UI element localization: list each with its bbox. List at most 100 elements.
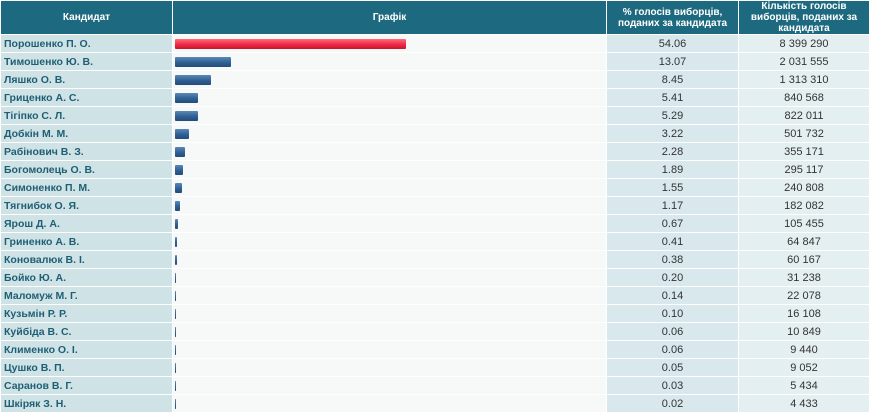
votes-value: 295 117 <box>739 161 869 178</box>
votes-value: 355 171 <box>739 143 869 160</box>
votes-value: 16 108 <box>739 305 869 322</box>
table-row: Клименко О. І. 0.06 9 440 <box>1 341 869 358</box>
table-row: Симоненко П. М. 1.55 240 808 <box>1 179 869 196</box>
votes-value: 8 399 290 <box>739 35 869 52</box>
percent-value: 0.06 <box>607 323 738 340</box>
candidate-name: Бойко Ю. А. <box>1 269 172 286</box>
bar-cell <box>173 287 606 304</box>
percent-value: 0.41 <box>607 233 738 250</box>
percent-value: 13.07 <box>607 53 738 70</box>
table-row: Тимошенко Ю. В. 13.07 2 031 555 <box>1 53 869 70</box>
table-row: Гриценко А. С. 5.41 840 568 <box>1 89 869 106</box>
percent-value: 0.20 <box>607 269 738 286</box>
candidate-name: Тимошенко Ю. В. <box>1 53 172 70</box>
table-row: Ярош Д. А. 0.67 105 455 <box>1 215 869 232</box>
bar <box>175 344 176 355</box>
votes-value: 9 052 <box>739 359 869 376</box>
votes-value: 4 433 <box>739 395 869 412</box>
bar <box>175 326 176 337</box>
votes-value: 501 732 <box>739 125 869 142</box>
bar-cell <box>173 341 606 358</box>
table-row: Порошенко П. О. 54.06 8 399 290 <box>1 35 869 52</box>
candidate-name: Ярош Д. А. <box>1 215 172 232</box>
table-row: Куйбіда В. С. 0.06 10 849 <box>1 323 869 340</box>
bar-cell <box>173 323 606 340</box>
table-row: Тігіпко С. Л. 5.29 822 011 <box>1 107 869 124</box>
table-row: Тягнибок О. Я. 1.17 182 082 <box>1 197 869 214</box>
votes-value: 22 078 <box>739 287 869 304</box>
percent-value: 1.55 <box>607 179 738 196</box>
bar <box>175 110 198 121</box>
percent-value: 0.03 <box>607 377 738 394</box>
votes-value: 182 082 <box>739 197 869 214</box>
percent-value: 0.67 <box>607 215 738 232</box>
votes-value: 5 434 <box>739 377 869 394</box>
results-body: Порошенко П. О. 54.06 8 399 290 Тимошенко Ю… <box>1 35 869 412</box>
bar-cell <box>173 179 606 196</box>
candidate-name: Добкін М. М. <box>1 125 172 142</box>
bar <box>175 380 176 391</box>
percent-value: 0.14 <box>607 287 738 304</box>
candidate-name: Рабінович В. З. <box>1 143 172 160</box>
bar-cell <box>173 53 606 70</box>
candidate-name: Саранов В. Г. <box>1 377 172 394</box>
table-row: Рабінович В. З. 2.28 355 171 <box>1 143 869 160</box>
bar-cell <box>173 269 606 286</box>
bar <box>175 38 406 49</box>
bar-cell <box>173 395 606 412</box>
candidate-name: Куйбіда В. С. <box>1 323 172 340</box>
percent-value: 8.45 <box>607 71 738 88</box>
candidate-name: Тігіпко С. Л. <box>1 107 172 124</box>
bar-cell <box>173 233 606 250</box>
percent-value: 0.38 <box>607 251 738 268</box>
percent-value: 1.17 <box>607 197 738 214</box>
table-row: Саранов В. Г. 0.03 5 434 <box>1 377 869 394</box>
bar <box>175 164 183 175</box>
bar <box>175 308 176 319</box>
bar-cell <box>173 359 606 376</box>
bar <box>175 74 211 85</box>
percent-value: 0.06 <box>607 341 738 358</box>
bar-cell <box>173 305 606 322</box>
table-row: Добкін М. М. 3.22 501 732 <box>1 125 869 142</box>
votes-value: 31 238 <box>739 269 869 286</box>
candidate-name: Тягнибок О. Я. <box>1 197 172 214</box>
candidate-name: Симоненко П. М. <box>1 179 172 196</box>
bar <box>175 128 189 139</box>
header-percent: % голосів виборців, поданих за кандидата <box>607 1 738 34</box>
table-row: Коновалюк В. І. 0.38 60 167 <box>1 251 869 268</box>
candidate-name: Богомолець О. В. <box>1 161 172 178</box>
bar <box>175 272 176 283</box>
percent-value: 3.22 <box>607 125 738 142</box>
candidate-name: Гриценко А. С. <box>1 89 172 106</box>
header-chart: Графік <box>173 1 606 34</box>
header-row: Кандидат Графік % голосів виборців, пода… <box>1 1 869 34</box>
votes-value: 822 011 <box>739 107 869 124</box>
table-row: Бойко Ю. А. 0.20 31 238 <box>1 269 869 286</box>
candidate-name: Порошенко П. О. <box>1 35 172 52</box>
bar <box>175 146 185 157</box>
votes-value: 64 847 <box>739 233 869 250</box>
percent-value: 54.06 <box>607 35 738 52</box>
candidate-name: Ляшко О. В. <box>1 71 172 88</box>
header-candidate: Кандидат <box>1 1 172 34</box>
bar-cell <box>173 197 606 214</box>
votes-value: 9 440 <box>739 341 869 358</box>
bar-cell <box>173 89 606 106</box>
bar-cell <box>173 71 606 88</box>
candidate-name: Гриненко А. В. <box>1 233 172 250</box>
percent-value: 0.10 <box>607 305 738 322</box>
table-row: Гриненко А. В. 0.41 64 847 <box>1 233 869 250</box>
bar-cell <box>173 107 606 124</box>
bar <box>175 236 177 247</box>
bar <box>175 218 178 229</box>
candidate-name: Шкіряк З. Н. <box>1 395 172 412</box>
votes-value: 2 031 555 <box>739 53 869 70</box>
percent-value: 5.41 <box>607 89 738 106</box>
bar <box>175 290 176 301</box>
results-table: Кандидат Графік % голосів виборців, пода… <box>0 0 869 413</box>
bar-cell <box>173 215 606 232</box>
candidate-name: Кузьмін Р. Р. <box>1 305 172 322</box>
bar <box>175 362 176 373</box>
table-row: Богомолець О. В. 1.89 295 117 <box>1 161 869 178</box>
